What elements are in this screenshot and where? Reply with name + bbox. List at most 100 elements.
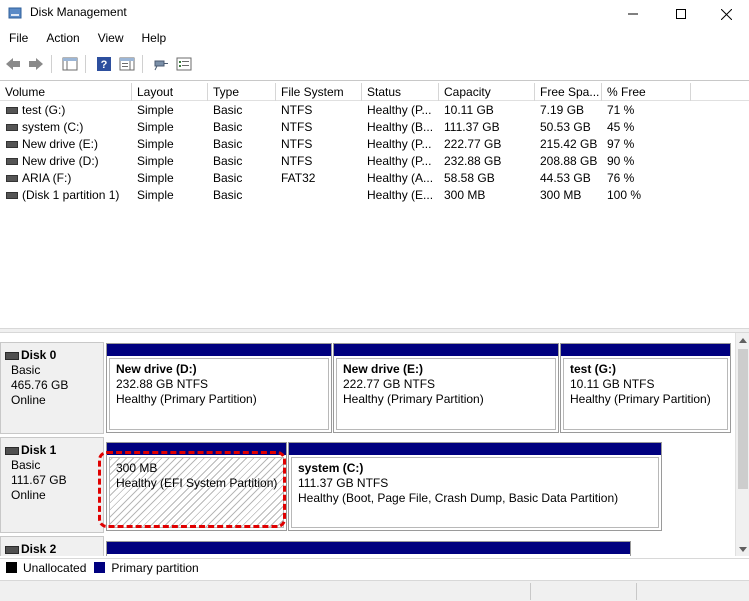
column-header-layout[interactable]: Layout [132, 83, 208, 101]
toolbar-separator [51, 55, 52, 73]
partition-size: 232.88 GB NTFS [116, 377, 209, 391]
primary-partition-bar [561, 344, 730, 356]
scrollbar-thumb[interactable] [738, 349, 748, 489]
partition-body: test (G:) 10.11 GB NTFS Healthy (Primary… [563, 358, 728, 430]
partition-status: Healthy (Primary Partition) [116, 392, 257, 406]
toolbar-separator [142, 55, 143, 73]
scroll-down-button[interactable] [736, 542, 749, 556]
volume-capacity: 232.88 GB [444, 154, 502, 168]
partition-body: New drive (D:) 232.88 GB NTFS Healthy (P… [109, 358, 329, 430]
back-icon [6, 58, 20, 70]
scroll-up-button[interactable] [736, 333, 749, 347]
volume-row[interactable]: New drive (E:) Simple Basic NTFS Healthy… [0, 136, 749, 153]
disk-row: Disk 2 [0, 536, 735, 556]
partition-body: system (C:) 111.37 GB NTFS Healthy (Boot… [291, 457, 659, 528]
maximize-button[interactable] [658, 0, 704, 28]
volume-type: Basic [213, 103, 243, 117]
minimize-button[interactable] [610, 0, 656, 28]
disk-row: Disk 0 Basic 465.76 GB Online New drive … [0, 342, 735, 434]
volume-free-space: 215.42 GB [540, 137, 598, 151]
show-hide-console-tree-button[interactable] [60, 54, 80, 74]
volume-list: Volume Layout Type File System Status Ca… [0, 80, 749, 328]
column-header-file-system[interactable]: File System [276, 83, 362, 101]
volume-row[interactable]: (Disk 1 partition 1) Simple Basic Health… [0, 187, 749, 204]
properties-button[interactable] [174, 54, 194, 74]
chevron-up-icon [739, 337, 747, 343]
column-header-capacity[interactable]: Capacity [439, 83, 535, 101]
volume-row[interactable]: test (G:) Simple Basic NTFS Healthy (P..… [0, 102, 749, 119]
disk-icon [5, 351, 19, 360]
volume-status: Healthy (P... [367, 103, 432, 117]
disk-size: 111.67 GB [11, 473, 67, 487]
partition-size: 222.77 GB NTFS [343, 377, 436, 391]
volume-name: New drive (D:) [22, 154, 99, 168]
menu-file[interactable]: File [0, 28, 37, 50]
svg-text:?: ? [101, 59, 108, 71]
volume-row[interactable]: ARIA (F:) Simple Basic FAT32 Healthy (A.… [0, 170, 749, 187]
legend-primary-partition: Primary partition [111, 560, 199, 575]
column-header-free-space[interactable]: Free Spa... [535, 83, 602, 101]
connect-button[interactable] [151, 54, 171, 74]
volume-percent-free: 100 % [607, 188, 642, 202]
volume-row[interactable]: New drive (D:) Simple Basic NTFS Healthy… [0, 153, 749, 170]
volume-capacity: 300 MB [444, 188, 486, 202]
close-button[interactable] [703, 0, 749, 28]
disk-label[interactable]: Disk 1 Basic 111.67 GB Online [0, 437, 104, 533]
disk-management-icon [8, 7, 22, 19]
partition-size: 111.37 GB NTFS [298, 476, 389, 490]
partition-system-c[interactable]: system (C:) 111.37 GB NTFS Healthy (Boot… [288, 442, 662, 531]
primary-partition-swatch [94, 562, 106, 573]
volume-type: Basic [213, 188, 243, 202]
volume-row[interactable]: system (C:) Simple Basic NTFS Healthy (B… [0, 119, 749, 136]
properties-icon [176, 57, 192, 71]
vertical-scrollbar[interactable] [735, 333, 749, 556]
column-header-type[interactable]: Type [208, 83, 276, 101]
volume-layout: Simple [137, 137, 174, 151]
column-header-status[interactable]: Status [362, 83, 439, 101]
primary-partition-bar [107, 443, 286, 455]
forward-button[interactable] [26, 54, 46, 74]
disk-label[interactable]: Disk 2 [0, 536, 104, 556]
partition-test-g[interactable]: test (G:) 10.11 GB NTFS Healthy (Primary… [560, 343, 731, 433]
show-hide-action-pane-button[interactable] [117, 54, 137, 74]
disk-type: Basic [11, 458, 41, 472]
menu-view[interactable]: View [89, 28, 133, 50]
volume-layout: Simple [137, 171, 174, 185]
volume-file-system: FAT32 [281, 171, 316, 185]
volume-capacity: 10.11 GB [444, 103, 494, 117]
disk-name: Disk 2 [5, 542, 103, 556]
disk-label[interactable]: Disk 0 Basic 465.76 GB Online [0, 342, 104, 434]
legend-unallocated: Unallocated [23, 560, 87, 575]
volume-percent-free: 90 % [607, 154, 635, 168]
volume-capacity: 111.37 GB [444, 120, 500, 134]
toolbar: ? [0, 52, 749, 76]
column-header-volume[interactable]: Volume [0, 83, 132, 101]
volume-free-space: 208.88 GB [540, 154, 598, 168]
unallocated-swatch [6, 562, 17, 573]
volume-list-header: Volume Layout Type File System Status Ca… [0, 83, 749, 101]
volume-file-system: NTFS [281, 103, 313, 117]
menu-help[interactable]: Help [133, 28, 176, 50]
partition-efi-system[interactable]: 300 MB Healthy (EFI System Partition) [106, 442, 287, 531]
volume-icon [6, 158, 18, 165]
volume-name: ARIA (F:) [22, 171, 72, 185]
partition-disk-2[interactable] [106, 541, 631, 556]
partition-status: Healthy (Primary Partition) [343, 392, 484, 406]
volume-status: Healthy (A... [367, 171, 434, 185]
partition-new-drive-d[interactable]: New drive (D:) 232.88 GB NTFS Healthy (P… [106, 343, 332, 433]
maximize-icon [676, 9, 686, 19]
disk-size: 465.76 GB [11, 378, 69, 392]
volume-layout: Simple [137, 103, 174, 117]
status-bar [0, 580, 749, 601]
column-header-percent-free[interactable]: % Free [602, 83, 691, 101]
partition-new-drive-e[interactable]: New drive (E:) 222.77 GB NTFS Healthy (P… [333, 343, 559, 433]
disk-icon [5, 545, 19, 554]
volume-status: Healthy (P... [367, 137, 432, 151]
disk-state: Online [11, 393, 46, 407]
volume-icon [6, 124, 18, 131]
disk-type: Basic [11, 363, 41, 377]
back-button[interactable] [3, 54, 23, 74]
partition-body-selected: 300 MB Healthy (EFI System Partition) [109, 457, 284, 528]
menu-action[interactable]: Action [37, 28, 88, 50]
help-button[interactable]: ? [94, 54, 114, 74]
